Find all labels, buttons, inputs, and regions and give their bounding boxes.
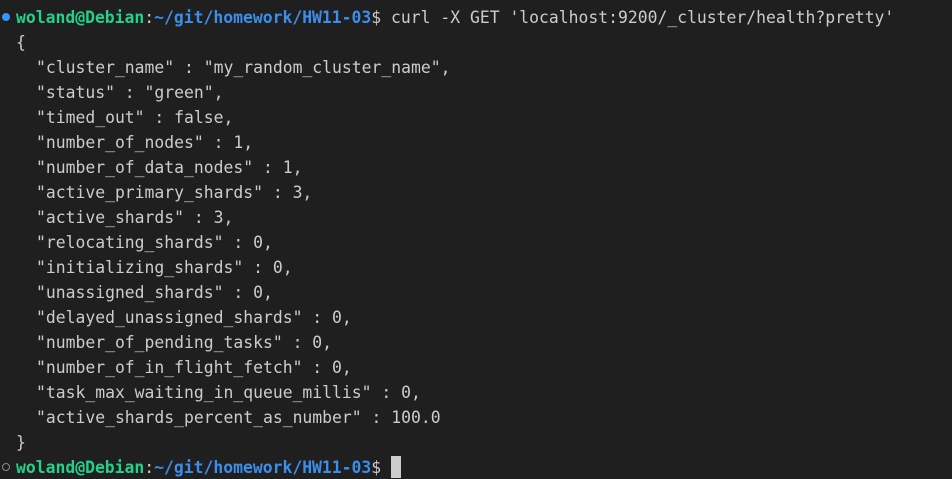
json-line: "initializing_shards" : 0, <box>36 258 293 277</box>
prompt-separator: : <box>144 458 155 477</box>
json-line: "number_of_in_flight_fetch" : 0, <box>36 358 352 377</box>
json-line: "cluster_name" : "my_random_cluster_name… <box>36 58 451 77</box>
json-line: "number_of_pending_tasks" : 0, <box>36 333 333 352</box>
prompt-separator: : <box>144 8 155 27</box>
json-line: "status" : "green", <box>36 83 224 102</box>
json-line: "delayed_unassigned_shards" : 0, <box>36 308 352 327</box>
prompt-user-host: woland@Debian <box>16 458 145 477</box>
json-line: "relocating_shards" : 0, <box>36 233 273 252</box>
json-line: "active_primary_shards" : 3, <box>36 183 313 202</box>
json-line: "active_shards_percent_as_number" : 100.… <box>36 408 441 427</box>
json-line: "unassigned_shards" : 0, <box>36 283 273 302</box>
prompt-symbol: $ <box>371 8 382 27</box>
json-line: "active_shards" : 3, <box>36 208 234 227</box>
json-line: "timed_out" : false, <box>36 108 234 127</box>
command-text: curl -X GET 'localhost:9200/_cluster/hea… <box>381 8 895 27</box>
prompt-line-2[interactable]: woland@Debian:~/git/homework/HW11-03$ <box>0 455 402 479</box>
json-close-brace: } <box>16 433 26 452</box>
json-open-brace: { <box>16 33 26 52</box>
json-line: "number_of_data_nodes" : 1, <box>36 158 303 177</box>
json-line: "task_max_waiting_in_queue_millis" : 0, <box>36 383 421 402</box>
prompt-user-host: woland@Debian <box>16 8 145 27</box>
terminal-window[interactable]: woland@Debian:~/git/homework/HW11-03$ cu… <box>0 0 952 479</box>
prompt-line-1: woland@Debian:~/git/homework/HW11-03$ cu… <box>0 5 894 30</box>
json-line: "number_of_nodes" : 1, <box>36 133 254 152</box>
prompt-symbol: $ <box>371 458 382 477</box>
prompt-path: ~/git/homework/HW11-03 <box>154 458 372 477</box>
prompt-path: ~/git/homework/HW11-03 <box>154 8 372 27</box>
text-cursor[interactable] <box>391 456 402 478</box>
